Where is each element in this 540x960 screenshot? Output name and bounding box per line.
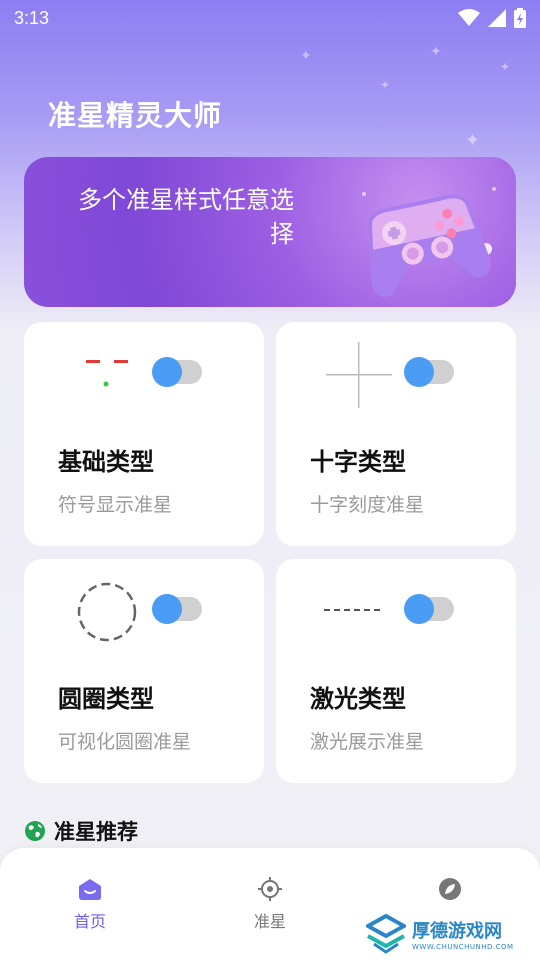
card-basic-type[interactable]: 基础类型 符号显示准星 [24,322,264,546]
star-decoration: ✦ [300,48,312,64]
basic-crosshair-icon [86,360,128,387]
hero-text: 多个准星样式任意选择 [78,186,294,248]
status-icons [458,8,526,28]
wifi-icon [458,9,480,26]
card-title: 十字类型 [310,448,406,476]
page-title: 准星精灵大师 [48,99,223,132]
toggle-knob [152,357,182,387]
watermark-s-icon [366,914,406,954]
cross-crosshair-icon [326,342,392,408]
nav-label: 首页 [73,912,106,931]
watermark-logo: 厚德游戏网 WWW.CHUNCHUNHD.COM [366,912,536,956]
star-decoration: ✦ [500,60,511,74]
status-bar: 3:13 [0,0,540,36]
nav-home[interactable]: 首页 [45,874,135,932]
card-laser-type[interactable]: 激光类型 激光展示准星 [276,559,516,783]
card-subtitle: 激光展示准星 [310,731,425,753]
card-subtitle: 十字刻度准星 [310,494,425,516]
globe-icon [25,821,45,841]
laser-crosshair-icon [324,609,384,611]
toggle-knob [404,357,434,387]
circle-crosshair-icon [77,582,137,642]
home-icon [79,879,101,900]
card-subtitle: 可视化圆圈准星 [58,731,192,753]
section-title: 准星推荐 [54,820,138,844]
crosshair-icon [258,877,282,901]
card-title: 基础类型 [58,448,154,476]
status-time: 3:13 [14,7,50,28]
watermark-url: WWW.CHUNCHUNHD.COM [412,943,514,951]
toggle-knob [404,594,434,624]
toggle-knob [152,594,182,624]
signal-icon [488,9,506,27]
circle-type-toggle[interactable] [152,594,202,624]
star-decoration: ✦ [380,78,391,92]
star-decoration: ✦ [465,130,481,151]
card-title: 激光类型 [310,685,406,713]
cross-type-toggle[interactable] [404,357,454,387]
watermark-text: 厚德游戏网 [412,921,502,942]
section-recommend: 准星推荐 [24,816,138,846]
basic-type-toggle[interactable] [152,357,202,387]
card-circle-type[interactable]: 圆圈类型 可视化圆圈准星 [24,559,264,783]
laser-type-toggle[interactable] [404,594,454,624]
hero-banner[interactable]: 多个准星样式任意选择 [24,157,516,307]
card-subtitle: 符号显示准星 [58,494,173,516]
nav-label: 准星 [253,912,286,931]
leaf-icon [439,878,461,900]
nav-crosshair[interactable]: 准星 [225,874,315,932]
card-cross-type[interactable]: 十字类型 十字刻度准星 [276,322,516,546]
battery-icon [514,8,526,28]
card-title: 圆圈类型 [58,685,154,713]
nav-third[interactable] [405,874,495,908]
star-decoration: ✦ [430,44,442,60]
gamepad-icon [362,187,496,297]
